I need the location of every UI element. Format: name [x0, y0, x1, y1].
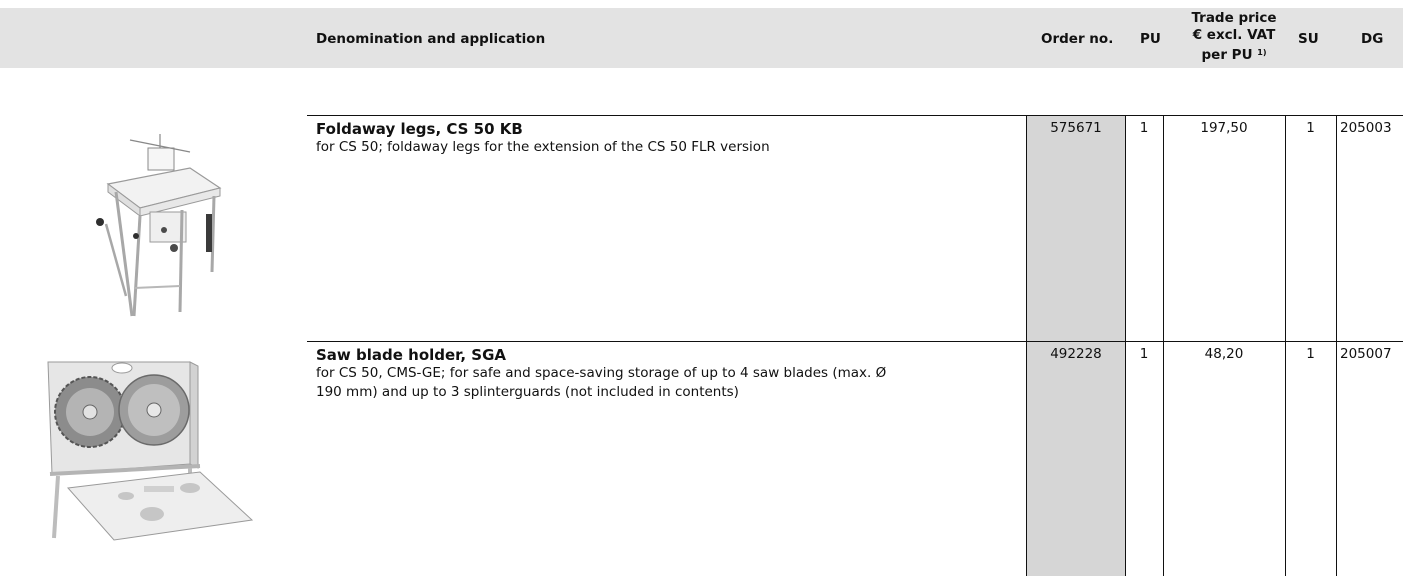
- col-header-denomination: Denomination and application: [316, 31, 546, 47]
- col-header-dg: DG: [1361, 31, 1384, 47]
- col-rule-su-right: [1336, 116, 1337, 576]
- product-description-line2: 190 mm) and up to 3 splinterguards (not …: [316, 384, 739, 400]
- price-header-footnote: 1): [1257, 48, 1267, 57]
- price-header-per-pu: per PU: [1201, 47, 1253, 63]
- product-title: Foldaway legs, CS 50 KB: [316, 120, 523, 138]
- dg-value: 205007: [1340, 346, 1392, 362]
- col-header-order-no: Order no.: [1041, 31, 1114, 47]
- su-value: 1: [1306, 120, 1315, 136]
- row-rule-2: [307, 341, 1403, 342]
- product-title: Saw blade holder, SGA: [316, 346, 507, 364]
- dg-value: 205003: [1340, 120, 1392, 136]
- product-description: for CS 50; foldaway legs for the extensi…: [316, 139, 770, 155]
- price-header-line3: per PU 1): [1164, 44, 1304, 64]
- order-no-value: 575671: [1050, 120, 1102, 136]
- price-value: 197,50: [1200, 120, 1248, 136]
- order-no-value: 492228: [1050, 346, 1102, 362]
- saw-blade-holder-image: [47, 361, 254, 541]
- price-value: 48,20: [1204, 346, 1244, 362]
- row-rule-1: [307, 115, 1403, 116]
- pu-value: 1: [1139, 120, 1149, 136]
- su-value: 1: [1306, 346, 1315, 362]
- price-header-line1: Trade price: [1191, 10, 1277, 26]
- pu-value: 1: [1139, 346, 1149, 362]
- product-description-line1: for CS 50, CMS-GE; for safe and space-sa…: [316, 365, 887, 381]
- foldaway-legs-table-image: [96, 134, 222, 317]
- price-header-line2: € excl. VAT: [1192, 27, 1276, 43]
- col-header-trade-price: Trade price € excl. VAT per PU 1): [1164, 10, 1304, 64]
- col-header-su: SU: [1298, 31, 1319, 47]
- col-header-pu: PU: [1140, 31, 1161, 47]
- product-description: for CS 50, CMS-GE; for safe and space-sa…: [316, 364, 1016, 402]
